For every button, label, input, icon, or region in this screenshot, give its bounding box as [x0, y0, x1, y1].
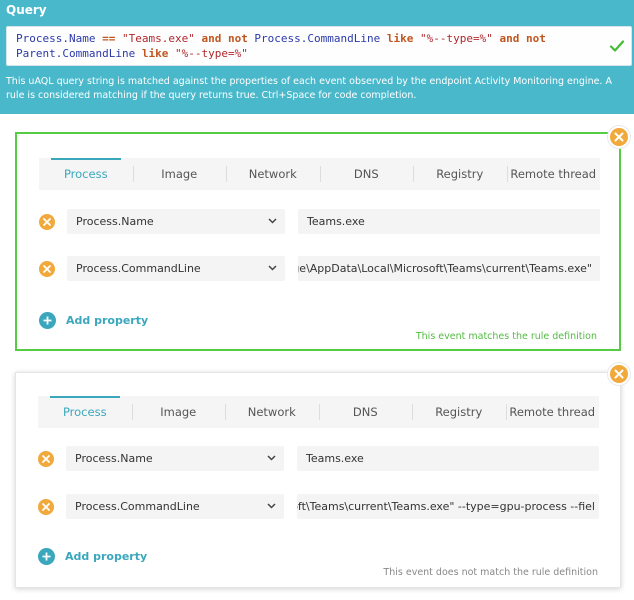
tab-network[interactable]: Network: [225, 396, 319, 428]
property-value-input[interactable]: \Microsoft\Teams\current\Teams.exe" --ty…: [297, 494, 599, 519]
query-editor[interactable]: Process.Name == "Teams.exe" and not Proc…: [6, 26, 632, 66]
tab-dns[interactable]: DNS: [319, 158, 414, 190]
remove-property-button[interactable]: [38, 451, 54, 467]
query-token: "%--type=%": [420, 32, 493, 45]
add-property-button[interactable]: Add property: [38, 548, 147, 565]
add-property-button[interactable]: Add property: [39, 312, 148, 329]
query-panel: Query Process.Name == "Teams.exe" and no…: [0, 0, 634, 114]
tab-registry[interactable]: Registry: [412, 396, 506, 428]
tab-image[interactable]: Image: [131, 396, 226, 428]
close-icon: [42, 503, 50, 511]
tab-remote-thread[interactable]: Remote thread: [505, 396, 600, 428]
tab-remote-thread[interactable]: Remote thread: [506, 158, 601, 190]
close-icon: [43, 218, 51, 226]
property-value-input[interactable]: Teams.exe: [298, 209, 600, 234]
event-type-tabs: Process Image Network DNS Registry Remot…: [39, 158, 600, 190]
query-line-1[interactable]: Process.Name == "Teams.exe" and not Proc…: [16, 31, 546, 46]
query-token: [493, 32, 500, 45]
query-token: "Teams.exe": [121, 32, 195, 45]
query-token: [115, 32, 122, 45]
query-description: This uAQL query string is matched agains…: [6, 76, 612, 101]
remove-property-button[interactable]: [39, 214, 55, 230]
query-token: like: [141, 47, 169, 60]
remove-property-button[interactable]: [38, 499, 54, 515]
property-field-select[interactable]: Process.Name: [66, 446, 284, 471]
query-token: and not: [499, 32, 546, 45]
query-token: [168, 47, 175, 60]
property-value-input[interactable]: ers\helge\AppData\Local\Microsoft\Teams\…: [298, 256, 600, 281]
close-icon: [42, 455, 50, 463]
plus-icon: [38, 548, 55, 565]
tab-image[interactable]: Image: [132, 158, 227, 190]
tab-process[interactable]: Process: [39, 158, 133, 190]
remove-card-button[interactable]: [608, 126, 630, 148]
rule-test-card-1: Process Image Network DNS Registry Remot…: [15, 132, 621, 351]
tab-dns[interactable]: DNS: [318, 396, 413, 428]
close-icon: [614, 369, 624, 379]
event-type-tabs: Process Image Network DNS Registry Remot…: [38, 396, 599, 428]
query-title: Query: [6, 3, 47, 17]
query-line-2[interactable]: Parent.CommandLine like "%--type=%": [16, 46, 546, 61]
query-code[interactable]: Process.Name == "Teams.exe" and not Proc…: [16, 31, 546, 61]
chevron-down-icon: [267, 455, 276, 461]
tab-process[interactable]: Process: [38, 396, 132, 428]
query-token: Process.Name: [16, 32, 103, 45]
chevron-down-icon: [268, 265, 277, 271]
chevron-down-icon: [267, 503, 276, 509]
query-token: and not: [201, 32, 248, 45]
match-status: This event does not match the rule defin…: [383, 567, 598, 578]
query-token: "%--type=%": [174, 47, 248, 60]
close-icon: [614, 132, 624, 142]
plus-icon: [39, 312, 56, 329]
rule-test-card-2: Process Image Network DNS Registry Remot…: [15, 372, 621, 588]
tab-registry[interactable]: Registry: [413, 158, 507, 190]
remove-property-button[interactable]: [39, 261, 55, 277]
property-field-select[interactable]: Process.Name: [67, 209, 285, 234]
property-field-select[interactable]: Process.CommandLine: [66, 494, 284, 519]
query-token: ==: [102, 32, 116, 45]
tab-network[interactable]: Network: [226, 158, 320, 190]
close-icon: [43, 265, 51, 273]
remove-card-button[interactable]: [608, 363, 630, 385]
query-token: like: [386, 32, 414, 45]
property-field-select[interactable]: Process.CommandLine: [67, 256, 285, 281]
query-token: Process.CommandLine: [247, 32, 387, 45]
property-value-input[interactable]: Teams.exe: [297, 446, 599, 471]
query-token: Parent.CommandLine: [16, 47, 142, 60]
chevron-down-icon: [268, 218, 277, 224]
match-status: This event matches the rule definition: [415, 331, 597, 342]
checkmark-icon: [609, 40, 625, 52]
